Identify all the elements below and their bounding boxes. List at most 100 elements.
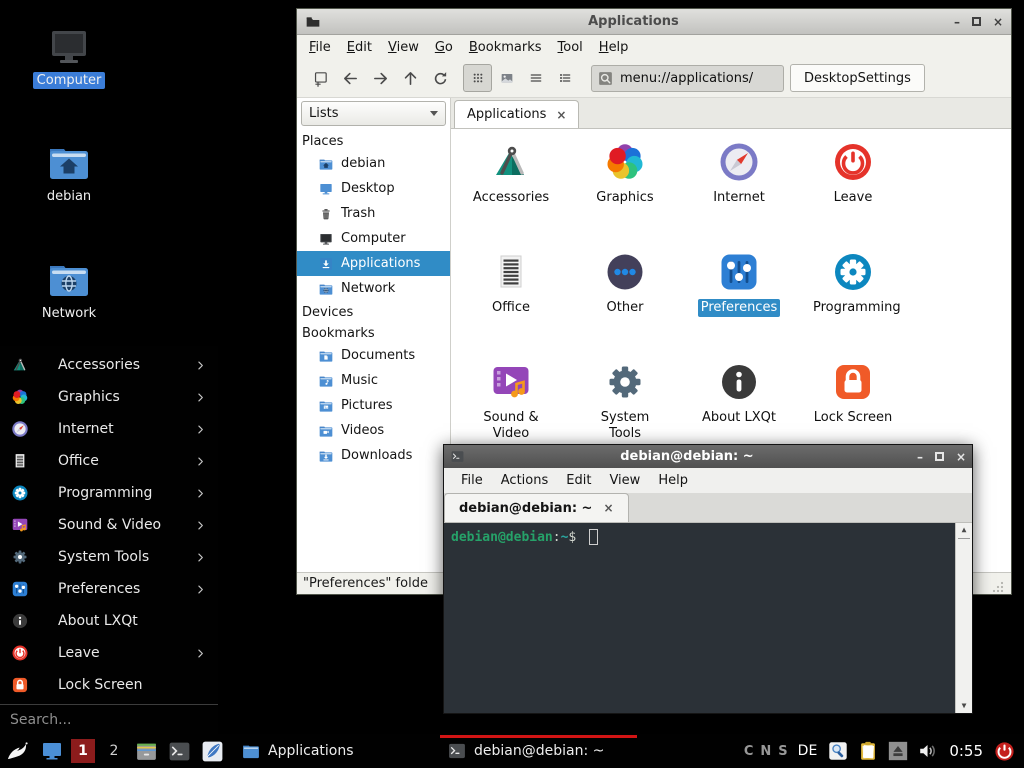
menu-item-label: System Tools bbox=[58, 549, 195, 565]
detailed-view-button[interactable] bbox=[550, 64, 579, 92]
fm-tab-applications[interactable]: Applications × bbox=[454, 100, 579, 128]
fm-menu-file[interactable]: File bbox=[301, 38, 339, 57]
terminal-menu-file[interactable]: File bbox=[452, 471, 492, 490]
menu-item-graphics[interactable]: Graphics bbox=[0, 381, 218, 413]
menu-search-input[interactable]: Search... bbox=[0, 704, 218, 734]
app-graphics[interactable]: Graphics bbox=[568, 138, 682, 248]
place-item-music[interactable]: Music bbox=[297, 368, 450, 393]
app-programming[interactable]: Programming bbox=[796, 248, 910, 358]
launcher-terminal[interactable] bbox=[167, 739, 192, 764]
place-item-trash[interactable]: Trash bbox=[297, 201, 450, 226]
terminal-menu-edit[interactable]: Edit bbox=[557, 471, 600, 490]
app-leave[interactable]: Leave bbox=[796, 138, 910, 248]
scrollbar-thumb[interactable] bbox=[958, 538, 970, 539]
fm-menu-go[interactable]: Go bbox=[427, 38, 461, 57]
close-icon[interactable]: × bbox=[603, 501, 613, 515]
minimize-button[interactable]: – bbox=[917, 451, 923, 463]
scroll-down-icon[interactable]: ▼ bbox=[962, 700, 967, 712]
menu-item-lock-screen[interactable]: Lock Screen bbox=[0, 669, 218, 701]
menu-item-preferences[interactable]: Preferences bbox=[0, 573, 218, 605]
terminal-body[interactable]: debian@debian:~$ ▲ ▼ bbox=[444, 523, 972, 713]
terminal-titlebar[interactable]: debian@debian: ~ – × bbox=[444, 445, 972, 468]
fm-titlebar[interactable]: Applications – × bbox=[297, 9, 1011, 35]
compact-view-button[interactable] bbox=[521, 64, 550, 92]
workspace-2[interactable]: 2 bbox=[102, 739, 126, 763]
back-button[interactable] bbox=[335, 64, 365, 92]
app-accessories[interactable]: Accessories bbox=[454, 138, 568, 248]
menu-item-label: About LXQt bbox=[58, 613, 206, 629]
desktop-icon-network[interactable]: Network bbox=[27, 255, 111, 322]
close-button[interactable]: × bbox=[956, 451, 966, 463]
workspace-1[interactable]: 1 bbox=[71, 739, 95, 763]
terminal-menu-view[interactable]: View bbox=[600, 471, 649, 490]
fm-menu-view[interactable]: View bbox=[380, 38, 427, 57]
forward-button[interactable] bbox=[365, 64, 395, 92]
app-internet[interactable]: Internet bbox=[682, 138, 796, 248]
place-item-applications[interactable]: Applications bbox=[297, 251, 450, 276]
desktop-icon-computer[interactable]: Computer bbox=[27, 22, 111, 89]
menu-item-leave[interactable]: Leave bbox=[0, 637, 218, 669]
desktop-icon-debian[interactable]: debian bbox=[27, 138, 111, 205]
sidebar-mode-combo[interactable]: Lists bbox=[301, 101, 446, 126]
volume-icon[interactable] bbox=[917, 740, 939, 762]
place-item-desktop[interactable]: Desktop bbox=[297, 176, 450, 201]
chevron-down-icon bbox=[430, 111, 438, 116]
menu-item-accessories[interactable]: Accessories bbox=[0, 349, 218, 381]
terminal-menu-actions[interactable]: Actions bbox=[492, 471, 558, 490]
app-other[interactable]: Other bbox=[568, 248, 682, 358]
menu-item-programming[interactable]: Programming bbox=[0, 477, 218, 509]
up-icon bbox=[402, 70, 419, 87]
desktop-settings-button[interactable]: DesktopSettings bbox=[790, 64, 925, 92]
start-menu-button[interactable] bbox=[5, 737, 33, 765]
task-debian-debian[interactable]: debian@debian: ~ bbox=[440, 734, 637, 768]
menu-item-internet[interactable]: Internet bbox=[0, 413, 218, 445]
task-applications[interactable]: Applications bbox=[234, 734, 431, 768]
up-button[interactable] bbox=[395, 64, 425, 92]
keyboard-layout[interactable]: DE bbox=[798, 743, 818, 759]
maximize-button[interactable] bbox=[935, 452, 944, 461]
place-item-debian[interactable]: debian bbox=[297, 151, 450, 176]
place-item-pictures[interactable]: Pictures bbox=[297, 393, 450, 418]
menu-item-about-lxqt[interactable]: About LXQt bbox=[0, 605, 218, 637]
place-item-computer[interactable]: Computer bbox=[297, 226, 450, 251]
app-preferences[interactable]: Preferences bbox=[682, 248, 796, 358]
fm-menu-edit[interactable]: Edit bbox=[339, 38, 380, 57]
app-label: Office bbox=[489, 299, 533, 317]
place-item-documents[interactable]: Documents bbox=[297, 343, 450, 368]
thumbnail-view-button[interactable] bbox=[492, 64, 521, 92]
fm-menubar: FileEditViewGoBookmarksToolHelp bbox=[297, 35, 1011, 59]
show-desktop-button[interactable] bbox=[40, 739, 64, 763]
terminal-menu-help[interactable]: Help bbox=[649, 471, 697, 490]
launcher-featherpad[interactable] bbox=[200, 739, 225, 764]
menu-item-sound-video[interactable]: Sound & Video bbox=[0, 509, 218, 541]
app-office[interactable]: Office bbox=[454, 248, 568, 358]
fm-menu-help[interactable]: Help bbox=[591, 38, 637, 57]
minimize-button[interactable]: – bbox=[954, 16, 960, 28]
clock[interactable]: 0:55 bbox=[949, 742, 983, 760]
close-button[interactable]: × bbox=[993, 16, 1003, 28]
place-item-downloads[interactable]: Downloads bbox=[297, 443, 450, 468]
fm-window-title: Applications bbox=[321, 14, 946, 29]
address-bar[interactable]: menu://applications/ bbox=[591, 65, 784, 92]
maximize-button[interactable] bbox=[972, 17, 981, 26]
resize-grip-icon[interactable] bbox=[991, 580, 1005, 594]
launcher-pcmanfm[interactable] bbox=[134, 739, 159, 764]
fm-menu-tool[interactable]: Tool bbox=[550, 38, 591, 57]
menu-item-office[interactable]: Office bbox=[0, 445, 218, 477]
leave-icon bbox=[10, 643, 30, 663]
place-item-network[interactable]: Network bbox=[297, 276, 450, 301]
menu-item-system-tools[interactable]: System Tools bbox=[0, 541, 218, 573]
terminal-tab[interactable]: debian@debian: ~ × bbox=[444, 493, 629, 522]
icon-view-button[interactable] bbox=[463, 64, 492, 92]
fm-menu-bookmarks[interactable]: Bookmarks bbox=[461, 38, 550, 57]
terminal-scrollbar[interactable]: ▲ ▼ bbox=[955, 523, 972, 713]
scroll-up-icon[interactable]: ▲ bbox=[962, 524, 967, 536]
eject-icon[interactable] bbox=[887, 740, 909, 762]
screenshot-tool-icon[interactable] bbox=[827, 740, 849, 762]
clipboard-icon[interactable] bbox=[857, 740, 879, 762]
reload-button[interactable] bbox=[425, 64, 455, 92]
close-icon[interactable]: × bbox=[556, 108, 566, 122]
place-item-videos[interactable]: Videos bbox=[297, 418, 450, 443]
new-tab-button[interactable] bbox=[305, 64, 335, 92]
power-button[interactable] bbox=[993, 740, 1016, 763]
